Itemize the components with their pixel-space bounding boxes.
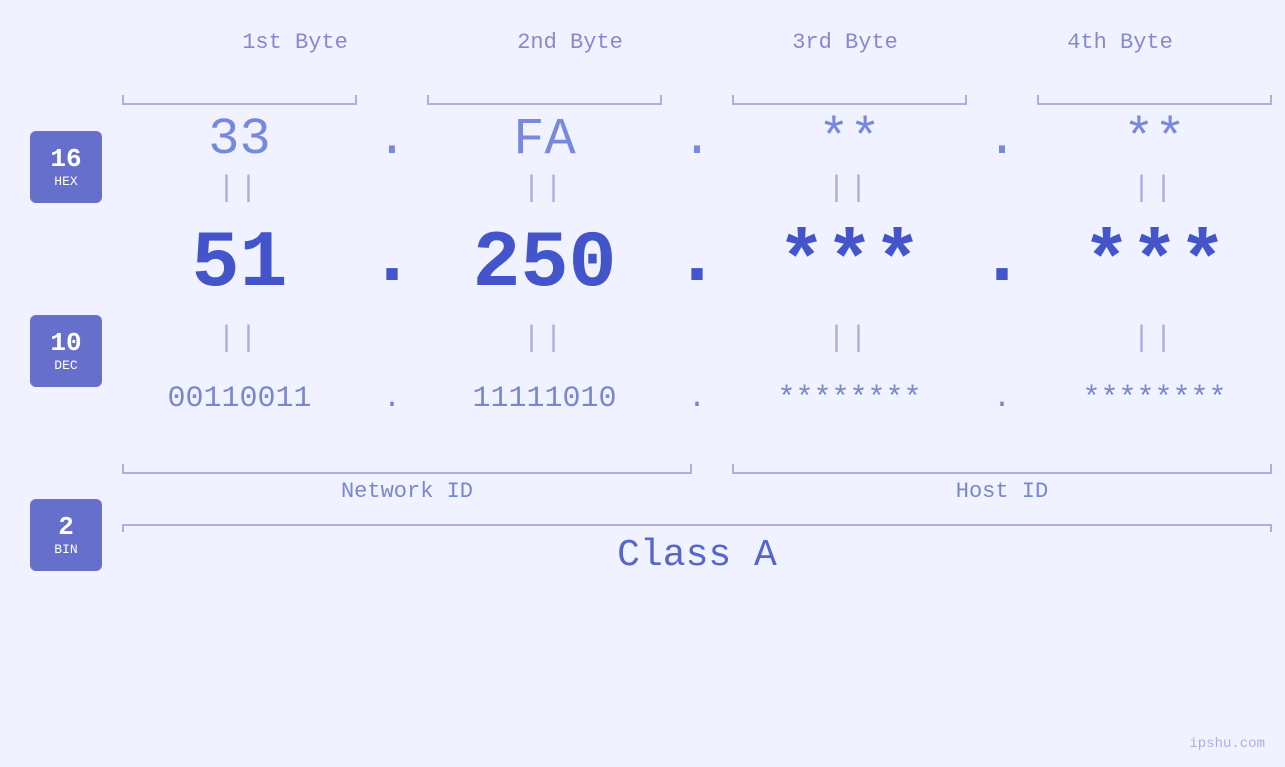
class-bracket-line <box>122 524 1272 526</box>
byte-label-3: 3rd Byte <box>708 30 983 55</box>
dec-name: DEC <box>54 358 77 373</box>
hex-cell-1: 33 <box>102 110 377 169</box>
bin-dot-3: . <box>987 382 1017 416</box>
equals-cell-2: || <box>407 172 682 206</box>
network-id-bracket <box>102 444 712 474</box>
equals-cell-6: || <box>407 322 682 356</box>
bin-dot-1: . <box>377 382 407 416</box>
hex-dot-1: . <box>377 110 407 169</box>
equals-row-1: || || || || <box>102 169 1285 209</box>
byte-labels-row: 1st Byte 2nd Byte 3rd Byte 4th Byte <box>0 30 1285 55</box>
dec-dot-1: . <box>377 214 407 315</box>
dec-dot-2: . <box>682 214 712 315</box>
bin-value-4: ******** <box>1082 382 1226 416</box>
bracket-cell-4 <box>1017 65 1285 105</box>
hex-value-2: FA <box>513 110 575 169</box>
watermark: ipshu.com <box>1189 736 1265 752</box>
byte-label-1: 1st Byte <box>158 30 433 55</box>
hex-row: 33 . FA . ** . ** <box>102 110 1285 169</box>
bin-num: 2 <box>58 513 74 542</box>
hex-dot-3: . <box>987 110 1017 169</box>
equals-cell-4: || <box>1017 172 1285 206</box>
class-label: Class A <box>617 534 777 577</box>
dec-cell-1: 51 <box>102 219 377 310</box>
class-section: Class A <box>102 524 1285 577</box>
dec-value-3: *** <box>777 219 921 310</box>
equals-cell-5: || <box>102 322 377 356</box>
hex-name: HEX <box>54 174 77 189</box>
hex-cell-2: FA <box>407 110 682 169</box>
bin-cell-2: 11111010 <box>407 382 682 416</box>
host-id-bracket <box>712 444 1285 474</box>
hex-value-1: 33 <box>208 110 270 169</box>
values-area: 33 . FA . ** . ** || || <box>102 65 1285 747</box>
bin-name: BIN <box>54 542 77 557</box>
equals-cell-8: || <box>1017 322 1285 356</box>
hex-value-3: ** <box>818 110 880 169</box>
equals-cell-1: || <box>102 172 377 206</box>
byte-label-4: 4th Byte <box>983 30 1258 55</box>
bracket-cell-1 <box>102 65 377 105</box>
id-labels-row: Network ID Host ID <box>102 474 1285 514</box>
hex-cell-4: ** <box>1017 110 1285 169</box>
dec-value-2: 250 <box>472 219 616 310</box>
dec-cell-2: 250 <box>407 219 682 310</box>
base-labels: 16 HEX 10 DEC 2 BIN <box>0 65 102 747</box>
bin-badge: 2 BIN <box>30 499 102 571</box>
dec-badge: 10 DEC <box>30 315 102 387</box>
bracket-cell-2 <box>407 65 682 105</box>
dec-dot-3: . <box>987 214 1017 315</box>
bin-value-2: 11111010 <box>472 382 616 416</box>
dec-cell-4: *** <box>1017 219 1285 310</box>
bin-value-3: ******** <box>777 382 921 416</box>
bin-row: 00110011 . 11111010 . ******** . *******… <box>102 359 1285 439</box>
hex-value-4: ** <box>1123 110 1185 169</box>
hex-cell-3: ** <box>712 110 987 169</box>
bin-value-1: 00110011 <box>167 382 311 416</box>
bottom-section: Network ID Host ID Class A <box>102 444 1285 577</box>
bracket-cell-3 <box>712 65 987 105</box>
equals-row-2: || || || || <box>102 319 1285 359</box>
hex-badge: 16 HEX <box>30 131 102 203</box>
content-area: 16 HEX 10 DEC 2 BIN <box>0 65 1285 747</box>
bin-cell-3: ******** <box>712 382 987 416</box>
dec-row: 51 . 250 . *** . *** <box>102 209 1285 319</box>
equals-cell-7: || <box>712 322 987 356</box>
network-id-label: Network ID <box>102 474 712 504</box>
hex-dot-2: . <box>682 110 712 169</box>
dec-num: 10 <box>50 329 81 358</box>
dec-value-4: *** <box>1082 219 1226 310</box>
dec-value-1: 51 <box>191 219 287 310</box>
bottom-brackets-row <box>102 444 1285 474</box>
hex-num: 16 <box>50 145 81 174</box>
equals-cell-3: || <box>712 172 987 206</box>
host-id-label: Host ID <box>712 474 1285 504</box>
main-container: 1st Byte 2nd Byte 3rd Byte 4th Byte 16 H… <box>0 0 1285 767</box>
byte-label-2: 2nd Byte <box>433 30 708 55</box>
top-bracket-row <box>102 65 1285 105</box>
bin-dot-2: . <box>682 382 712 416</box>
bin-cell-1: 00110011 <box>102 382 377 416</box>
bin-cell-4: ******** <box>1017 382 1285 416</box>
dec-cell-3: *** <box>712 219 987 310</box>
